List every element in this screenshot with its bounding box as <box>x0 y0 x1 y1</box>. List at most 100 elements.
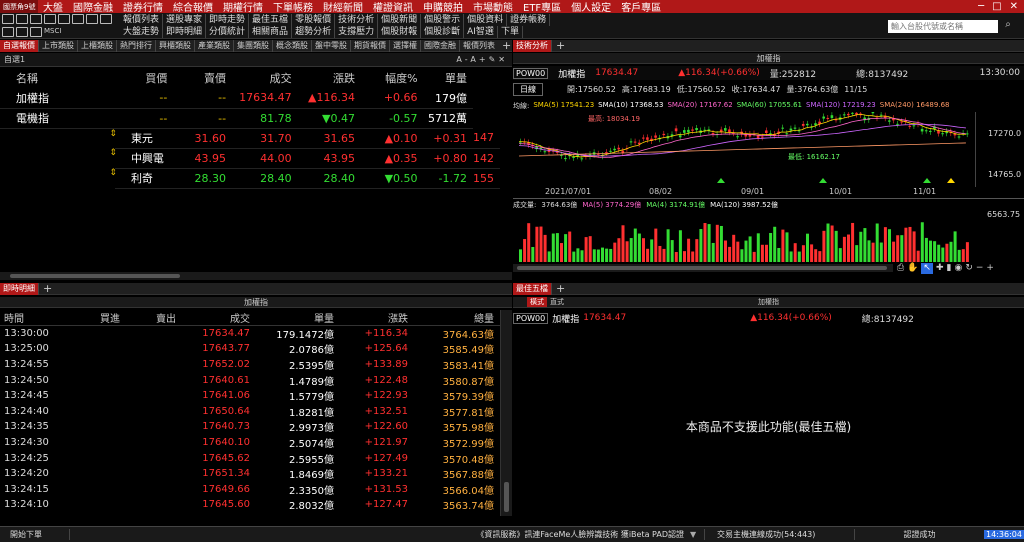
quote-row[interactable]: 加權指 -- -- 17634.47 ▲116.34 +0.66 179億 <box>0 88 500 109</box>
quote-tab[interactable]: 上市類股 <box>39 39 78 52</box>
vertical-mode[interactable]: 直式 <box>547 297 567 307</box>
tick-row[interactable]: 13:24:10 17645.60 2.8032億 +127.47 3563.74億 <box>0 497 500 513</box>
plus-icon[interactable]: + <box>986 263 994 274</box>
horizontal-mode[interactable]: 橫式 <box>527 297 547 307</box>
menu-item[interactable]: 申購競拍 <box>418 0 468 14</box>
toolbar-button[interactable]: 技術分析 <box>335 14 379 26</box>
menu-item[interactable]: 市場動態 <box>468 0 518 14</box>
scroll-thumb[interactable] <box>504 482 509 512</box>
menu-item[interactable]: 權證資訊 <box>368 0 418 14</box>
layout-icon[interactable] <box>2 14 14 24</box>
layout-icon[interactable] <box>100 14 112 24</box>
tick-row[interactable]: 13:24:50 17640.61 1.4789億 +122.48 3580.87億 <box>0 372 500 388</box>
menu-item[interactable]: 下單帳務 <box>268 0 318 14</box>
tick-row[interactable]: 13:24:35 17640.73 2.9973億 +122.60 3575.98億 <box>0 419 500 435</box>
layout-icon[interactable] <box>58 14 70 24</box>
toolbar-button[interactable]: AI智選 <box>464 26 498 38</box>
quote-row[interactable]: ⇕ 利奇 28.30 28.40 28.40 ▼0.50 -1.72 155 <box>0 168 500 189</box>
cursor-icon[interactable]: ↖ <box>921 263 933 274</box>
period-select[interactable]: 日線 <box>513 82 543 96</box>
quote-list-tab[interactable]: 報價列表 <box>460 40 498 52</box>
toolbar-button[interactable]: 個股診斷 <box>421 26 465 38</box>
quote-row[interactable]: 電機指 -- -- 81.78 ▼0.47 -0.57 5712萬 <box>0 108 500 129</box>
toolbar-button[interactable]: 即時走勢 <box>206 14 250 26</box>
close-icon[interactable]: ✕ <box>1010 1 1018 12</box>
tab-tick-detail[interactable]: 即時明細 <box>0 282 39 295</box>
col-qty[interactable]: 單量 <box>256 310 340 326</box>
col-trade[interactable]: 成交 <box>182 310 256 326</box>
quote-hscroll[interactable] <box>0 272 512 280</box>
tick-row[interactable]: 13:24:40 17650.64 1.8281億 +132.51 3577.81億 <box>0 403 500 419</box>
tab-best5[interactable]: 最佳五檔 <box>513 282 552 295</box>
minimize-icon[interactable]: ─ <box>978 1 984 12</box>
volume-chart[interactable] <box>513 212 973 262</box>
tick-row[interactable]: 13:25:00 17643.77 2.0786億 +125.64 3585.49億 <box>0 341 500 357</box>
quote-row[interactable]: ⇕ 東元 31.60 31.70 31.65 ▲0.10 +0.31 147 <box>0 128 500 149</box>
add-tab-icon[interactable]: + <box>552 282 569 295</box>
toolbar-button[interactable]: 支撐壓力 <box>335 26 379 38</box>
layout-icon[interactable] <box>30 14 42 24</box>
col-buy[interactable]: 買進 <box>84 310 126 326</box>
minus-icon[interactable]: − <box>976 263 984 274</box>
chevron-down-icon[interactable]: ▼ <box>690 530 704 539</box>
tech-code[interactable]: POW00 <box>513 67 549 79</box>
col-change[interactable]: 漲跌 <box>298 68 361 88</box>
layout-icon[interactable] <box>44 14 56 24</box>
menu-item[interactable]: 客戶專區 <box>616 0 666 14</box>
toolbar-button[interactable]: 個股財報 <box>378 26 422 38</box>
layout-icon[interactable] <box>16 27 28 37</box>
tick-row[interactable]: 13:24:15 17649.66 2.3350億 +131.53 3566.04億 <box>0 481 500 497</box>
col-total[interactable]: 總量 <box>414 310 500 326</box>
quote-tab[interactable]: 國際金融 <box>421 39 460 52</box>
col-sell[interactable]: 賣出 <box>126 310 182 326</box>
menu-item[interactable]: 大盤 <box>38 0 68 14</box>
quote-tab[interactable]: 選擇權 <box>390 39 421 52</box>
menu-item[interactable]: 證券行情 <box>118 0 168 14</box>
layout-icon[interactable] <box>30 27 42 37</box>
menu-item[interactable]: 國際金融 <box>68 0 118 14</box>
bar-chart-icon[interactable]: ▮ <box>947 263 952 274</box>
col-ask[interactable]: 賣價 <box>173 68 232 88</box>
toolbar-button[interactable]: 報價列表 <box>120 14 164 26</box>
layout-icon[interactable] <box>86 14 98 24</box>
quote-tab[interactable]: 概念類股 <box>273 39 312 52</box>
tick-row[interactable]: 13:24:45 17641.06 1.5779億 +122.93 3579.39億 <box>0 388 500 404</box>
toolbar-button[interactable]: 最佳五檔 <box>249 14 293 26</box>
tick-row[interactable]: 13:24:30 17640.10 2.5074億 +121.97 3572.99億 <box>0 435 500 451</box>
chart-hscroll[interactable] <box>513 264 893 272</box>
scroll-thumb[interactable] <box>10 274 180 278</box>
search-icon[interactable]: ⌕ <box>1000 19 1016 33</box>
toolbar-button[interactable]: 個股新聞 <box>378 14 422 26</box>
layout-icon[interactable] <box>72 14 84 24</box>
toolbar-button[interactable]: 相關商品 <box>249 26 293 38</box>
tick-row[interactable]: 13:30:00 17634.47 179.1472億 +116.34 3764.63億 <box>0 326 500 342</box>
hand-icon[interactable]: ✋ <box>907 263 918 274</box>
col-last[interactable]: 成交 <box>232 68 298 88</box>
quote-tab[interactable]: 產業類股 <box>195 39 234 52</box>
add-tab-icon[interactable]: + <box>39 282 56 295</box>
toolbar-button[interactable]: 證券帳務 <box>507 14 551 26</box>
print-icon[interactable]: ⎙ <box>897 263 904 274</box>
quote-tab[interactable]: 盤中零股 <box>312 39 351 52</box>
start-order-button[interactable]: 開始下單 <box>0 529 70 540</box>
col-volume[interactable]: 單量 <box>424 68 473 88</box>
col-bid[interactable]: 買價 <box>115 68 173 88</box>
toolbar-button[interactable]: 個股資料 <box>464 14 508 26</box>
best5-code[interactable]: POW00 <box>513 312 549 324</box>
tick-row[interactable]: 13:24:25 17645.62 2.5955億 +127.49 3570.48億 <box>0 450 500 466</box>
quote-tab[interactable]: 自選報價 <box>0 39 39 52</box>
toolbar-button[interactable]: 分價統計 <box>206 26 250 38</box>
col-chg[interactable]: 漲跌 <box>340 310 414 326</box>
menu-item[interactable]: 個人設定 <box>566 0 616 14</box>
toolbar-button[interactable]: 大盤走勢 <box>120 26 164 38</box>
layout-icon[interactable] <box>2 27 14 37</box>
toolbar-button[interactable]: 個股警示 <box>421 14 465 26</box>
crosshair-icon[interactable]: ✚ <box>936 263 944 274</box>
tab-tech-analysis[interactable]: 技術分析 <box>513 39 552 52</box>
layout-icon[interactable] <box>16 14 28 24</box>
news-ticker[interactable]: 《資訊服務》訊連FaceMe人臉辨識技術 獲iBeta PAD認證 <box>476 529 690 540</box>
toolbar-button[interactable]: 零股報價 <box>292 14 336 26</box>
menu-item[interactable]: ETF專區 <box>518 0 566 14</box>
toolbar-button[interactable]: 趨勢分析 <box>292 26 336 38</box>
font-size-controls[interactable]: A-A+✎✕ <box>456 55 512 64</box>
